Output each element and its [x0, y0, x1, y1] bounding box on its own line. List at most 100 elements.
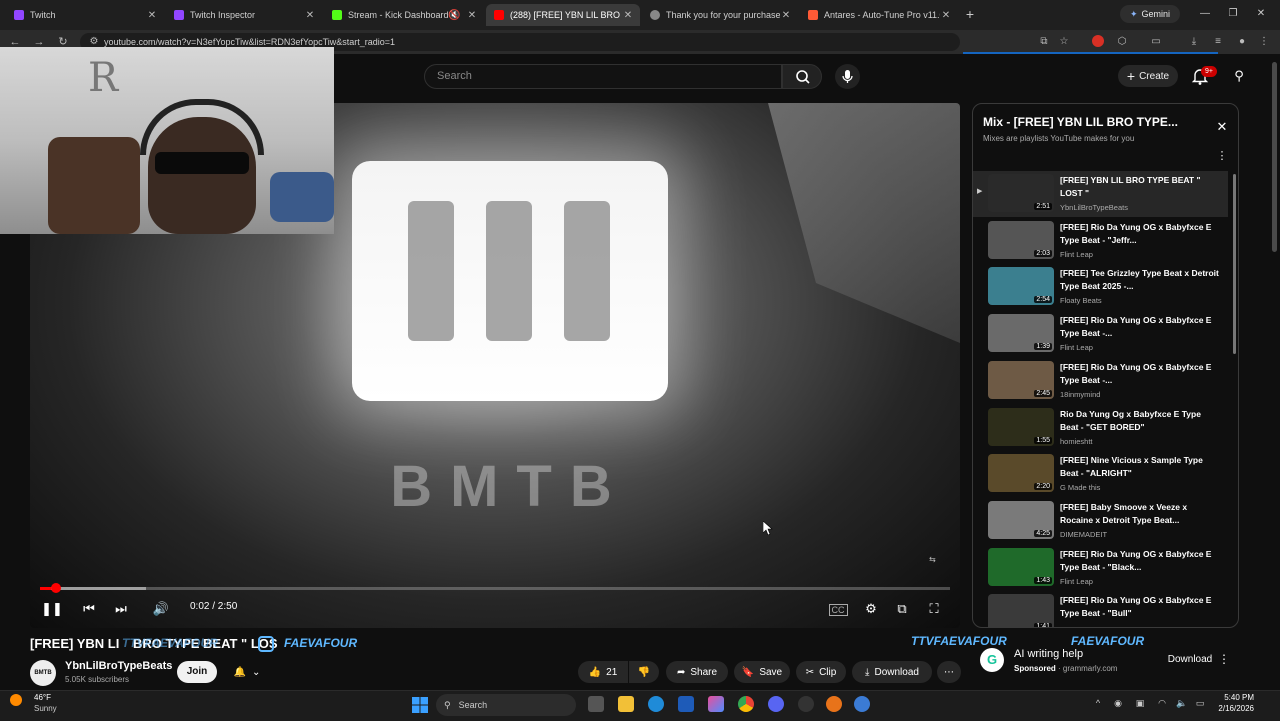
app-icon[interactable]: [826, 696, 842, 712]
playlist-thumbnail[interactable]: 2:03: [988, 220, 1054, 259]
download-icon[interactable]: ⤓: [1186, 33, 1202, 51]
playlist-item-artist[interactable]: homieshtt: [1060, 437, 1093, 446]
playlist-item-artist[interactable]: Flint Leap: [1060, 343, 1093, 352]
bookmark-star-icon[interactable]: ☆: [1056, 33, 1072, 51]
speaker-icon[interactable]: 🔈: [1176, 697, 1188, 709]
previous-button[interactable]: ⏮: [78, 598, 100, 620]
wifi-icon[interactable]: ◠: [1156, 697, 1168, 709]
playlist-item[interactable]: 1:39 [FREE] Rio Da Yung OG x Babyfxce E T…: [973, 311, 1228, 357]
channel-avatar[interactable]: BMTB: [30, 660, 56, 686]
minimize-window-icon[interactable]: —: [1196, 6, 1214, 22]
tray-app-icon[interactable]: ▣: [1134, 697, 1146, 709]
playlist-item[interactable]: 2:03 [FREE] Rio Da Yung OG x Babyfxce E T…: [973, 218, 1228, 264]
playlist-thumbnail[interactable]: 1:41: [988, 594, 1054, 627]
new-tab-button[interactable]: +: [962, 6, 978, 22]
playlist-item-artist[interactable]: DIMEMADEIT: [1060, 530, 1107, 539]
app-icon[interactable]: [854, 696, 870, 712]
dislike-button[interactable]: 👎: [629, 661, 659, 683]
gemini-button[interactable]: ✦ Gemini: [1120, 5, 1180, 23]
extensions-puzzle-icon[interactable]: ⬡: [1114, 33, 1130, 51]
playlist-item-title[interactable]: Rio Da Yung Og x Babyfxce E Type Beat - …: [1060, 408, 1220, 434]
subscription-bell-button[interactable]: 🔔 ⌄: [226, 661, 268, 683]
browser-tab[interactable]: Twitch ✕: [6, 4, 164, 26]
playlist-item[interactable]: 2:54 [FREE] Tee Grizzley Type Beat x Detr…: [973, 264, 1228, 310]
close-tab-icon[interactable]: ✕: [146, 10, 158, 21]
playlist-item-artist[interactable]: YbnLilBroTypeBeats: [1060, 203, 1128, 212]
playlist-thumbnail[interactable]: 2:54: [988, 267, 1054, 306]
fullscreen-button[interactable]: ⛶: [923, 598, 945, 620]
subtitles-button[interactable]: CC: [827, 598, 849, 620]
playlist-thumbnail[interactable]: 1:39: [988, 314, 1054, 353]
playlist-item-title[interactable]: [FREE] Rio Da Yung OG x Babyfxce E Type …: [1060, 594, 1220, 620]
playlist-item-artist[interactable]: Flint Leap: [1060, 250, 1093, 259]
save-button[interactable]: 🔖 Save: [734, 661, 790, 683]
browser-tab[interactable]: Antares - Auto-Tune Pro v11.0. ✕: [800, 4, 958, 26]
playlist-title[interactable]: Mix - [FREE] YBN LIL BRO TYPE...: [983, 115, 1178, 129]
clip-button[interactable]: ✂ Clip: [796, 661, 846, 683]
search-button[interactable]: [782, 64, 822, 89]
profile-icon[interactable]: ●: [1234, 33, 1250, 51]
close-tab-icon[interactable]: ✕: [940, 10, 952, 21]
taskbar-search[interactable]: ⚲ Search: [436, 694, 576, 716]
playlist-item-title[interactable]: [FREE] Tee Grizzley Type Beat x Detroit …: [1060, 267, 1220, 293]
playlist-thumbnail[interactable]: 4:25: [988, 500, 1054, 539]
weather-condition[interactable]: Sunny: [34, 704, 57, 713]
browser-tab[interactable]: Twitch Inspector ✕: [166, 4, 322, 26]
close-tab-icon[interactable]: ✕: [780, 10, 792, 21]
pause-button[interactable]: ❚❚: [41, 598, 63, 620]
page-scrollbar[interactable]: [1272, 62, 1277, 252]
file-explorer-icon[interactable]: [618, 696, 634, 712]
miniplayer-button[interactable]: ⧉: [891, 598, 913, 620]
browser-tab-active[interactable]: (288) [FREE] YBN LIL BRO T ✕: [486, 4, 640, 26]
close-tab-icon[interactable]: ✕: [304, 10, 316, 21]
share-button[interactable]: ➦ Share: [666, 661, 728, 683]
more-actions-button[interactable]: ⋯: [937, 661, 961, 683]
playlist-thumbnail[interactable]: 1:55: [988, 407, 1054, 446]
playlist-item-artist[interactable]: Flint Leap: [1060, 577, 1093, 586]
playlist-item-artist[interactable]: G Made this: [1060, 483, 1100, 492]
tray-overflow-icon[interactable]: ^: [1092, 697, 1104, 709]
playlist-item-title[interactable]: [FREE] Baby Smoove x Veeze x Rocaine x D…: [1060, 501, 1220, 527]
channel-name[interactable]: YbnLilBroTypeBeats: [65, 660, 172, 672]
download-button[interactable]: ⤓ Download: [852, 661, 932, 683]
obs-icon[interactable]: [798, 696, 814, 712]
task-view-icon[interactable]: [588, 696, 604, 712]
next-button[interactable]: ⏭: [110, 598, 132, 620]
maximize-window-icon[interactable]: ❐: [1224, 6, 1242, 22]
playlist-thumbnail[interactable]: 2:20: [988, 454, 1054, 493]
voice-search-button[interactable]: [835, 64, 860, 89]
playlist-item[interactable]: 4:25 [FREE] Baby Smoove x Veeze x Rocaine…: [973, 498, 1228, 544]
edge-icon[interactable]: [648, 696, 664, 712]
playlist-item[interactable]: 1:41 [FREE] Rio Da Yung OG x Babyfxce E T…: [973, 591, 1228, 627]
playlist-item-artist[interactable]: Floaty Beats: [1060, 296, 1102, 305]
ad-download-button[interactable]: Download: [1160, 650, 1220, 670]
account-avatar[interactable]: ⚲: [1232, 68, 1246, 86]
playlist-thumbnail[interactable]: 1:43: [988, 547, 1054, 586]
playlist-menu-button[interactable]: ⋮: [1215, 149, 1229, 163]
browser-menu-icon[interactable]: ⋮: [1256, 33, 1272, 51]
chrome-icon[interactable]: [738, 696, 754, 712]
battery-icon[interactable]: ▭: [1194, 697, 1206, 709]
playlist-item[interactable]: 2:45 [FREE] Rio Da Yung OG x Babyfxce E T…: [973, 358, 1228, 404]
close-tab-icon[interactable]: ✕: [622, 10, 634, 21]
tray-app-icon[interactable]: ◉: [1112, 697, 1124, 709]
playlist-item-title[interactable]: [FREE] Rio Da Yung OG x Babyfxce E Type …: [1060, 361, 1220, 387]
playlist-item-title[interactable]: [FREE] Nine Vicious x Sample Type Beat -…: [1060, 454, 1220, 480]
playlist-item-title[interactable]: [FREE] Rio Da Yung OG x Babyfxce E Type …: [1060, 314, 1220, 340]
settings-button[interactable]: ⚙: [860, 598, 882, 620]
playlist-item-title[interactable]: [FREE] Rio Da Yung OG x Babyfxce E Type …: [1060, 548, 1220, 574]
progress-scrubber[interactable]: [51, 583, 61, 593]
volume-button[interactable]: 🔊: [150, 598, 172, 620]
playlist-scrollbar[interactable]: [1233, 174, 1236, 354]
ad-title[interactable]: AI writing help: [1014, 648, 1083, 660]
browser-tab[interactable]: Stream - Kick Dashboard 🔇 ✕: [324, 4, 484, 26]
side-panel-icon[interactable]: ▭: [1148, 33, 1164, 51]
like-button[interactable]: 👍 21: [578, 661, 628, 683]
playlist-item-artist[interactable]: 18inmymind: [1060, 390, 1100, 399]
sponsored-ad[interactable]: G AI writing help Sponsored · grammarly.…: [980, 644, 1234, 678]
cast-icon[interactable]: ⧉: [1036, 33, 1052, 51]
playlist-item-title[interactable]: [FREE] YBN LIL BRO TYPE BEAT " LOST ": [1060, 174, 1220, 200]
playlist-item-title[interactable]: [FREE] Rio Da Yung OG x Babyfxce E Type …: [1060, 221, 1220, 247]
ad-menu-icon[interactable]: ⋮: [1218, 652, 1230, 666]
close-tab-icon[interactable]: ✕: [466, 10, 478, 21]
